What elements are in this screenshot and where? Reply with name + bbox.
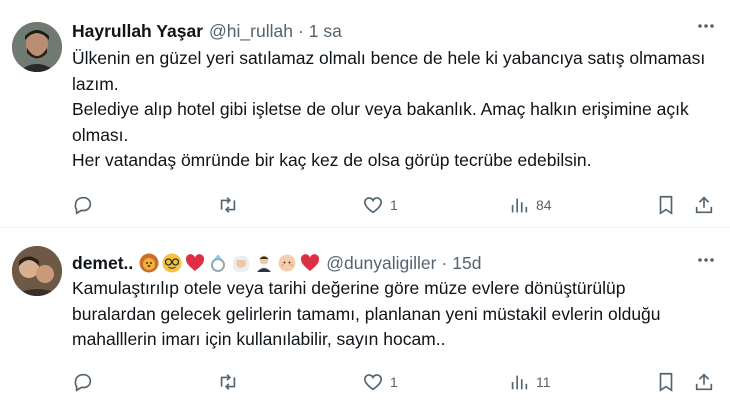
bookmark-icon <box>659 372 673 392</box>
red-heart-icon <box>186 254 205 271</box>
like-button[interactable]: 1 <box>362 193 398 217</box>
share-icon <box>695 196 713 214</box>
heart-icon <box>363 374 383 391</box>
ring-icon <box>211 254 226 272</box>
more-options-icon[interactable] <box>696 16 716 39</box>
heart-icon <box>363 197 383 214</box>
timestamp[interactable]: 15d <box>452 252 481 274</box>
action-bar: 1 11 <box>72 370 722 394</box>
man-in-tuxedo-icon <box>257 255 272 272</box>
separator: · <box>297 21 304 41</box>
nerd-face-icon <box>162 253 182 273</box>
share-button[interactable] <box>693 193 715 217</box>
author-handle[interactable]: @hi_rullah <box>209 20 293 42</box>
reply-button[interactable] <box>72 193 94 217</box>
bookmark-button[interactable] <box>655 370 677 394</box>
share-icon <box>695 373 713 391</box>
avatar[interactable] <box>12 22 62 72</box>
reply-icon <box>74 196 92 215</box>
like-count: 1 <box>390 374 398 390</box>
baby-icon <box>278 254 296 272</box>
avatar[interactable] <box>12 246 62 296</box>
views-button[interactable]: 84 <box>508 193 552 217</box>
red-heart-icon <box>301 254 320 271</box>
reply-icon <box>74 373 92 392</box>
views-button[interactable]: 11 <box>508 370 551 394</box>
author-name[interactable]: Hayrullah Yaşar <box>72 20 203 42</box>
view-count: 11 <box>536 374 551 390</box>
tweet-line: Her vatandaş ömründe bir kaç kez de olsa… <box>72 150 592 170</box>
more-options-icon[interactable] <box>696 250 716 273</box>
name-emojis <box>139 253 320 273</box>
tweet-line: Kamulaştırılıp otele veya tarihi değerin… <box>72 278 661 349</box>
tweet-card[interactable]: demet.. @dunyaligiller · 15d Kamulaştırı… <box>0 228 730 420</box>
author-handle[interactable]: @dunyaligiller <box>326 252 436 274</box>
retweet-button[interactable] <box>217 370 239 394</box>
lion-face-icon <box>139 253 159 273</box>
action-bar: 1 84 <box>72 193 722 217</box>
retweet-icon <box>220 374 236 390</box>
like-count: 1 <box>390 197 398 213</box>
tweet-text: Ülkenin en güzel yeri satılamaz olmalı b… <box>72 46 712 174</box>
tweet-card[interactable]: Hayrullah Yaşar @hi_rullah · 1 sa Ülkeni… <box>0 0 730 226</box>
retweet-icon <box>220 197 236 213</box>
views-icon <box>511 198 528 213</box>
author-name[interactable]: demet.. <box>72 252 133 274</box>
bookmark-button[interactable] <box>655 193 677 217</box>
tweet-line: Belediye alıp hotel gibi işletse de olur… <box>72 99 689 145</box>
reply-button[interactable] <box>72 370 94 394</box>
retweet-button[interactable] <box>217 193 239 217</box>
tweet-header: Hayrullah Yaşar @hi_rullah · 1 sa <box>72 20 342 42</box>
tweet-text: Kamulaştırılıp otele veya tarihi değerin… <box>72 276 712 353</box>
share-button[interactable] <box>693 370 715 394</box>
bookmark-icon <box>659 195 673 215</box>
view-count: 84 <box>536 197 552 213</box>
tweet-line: Ülkenin en güzel yeri satılamaz olmalı b… <box>72 48 706 94</box>
views-icon <box>511 375 528 390</box>
tweet-header: demet.. @dunyaligiller · 15d <box>72 252 482 274</box>
timestamp[interactable]: 1 sa <box>309 20 342 42</box>
person-with-veil-icon <box>233 256 250 272</box>
separator: · <box>441 253 448 273</box>
like-button[interactable]: 1 <box>362 370 398 394</box>
